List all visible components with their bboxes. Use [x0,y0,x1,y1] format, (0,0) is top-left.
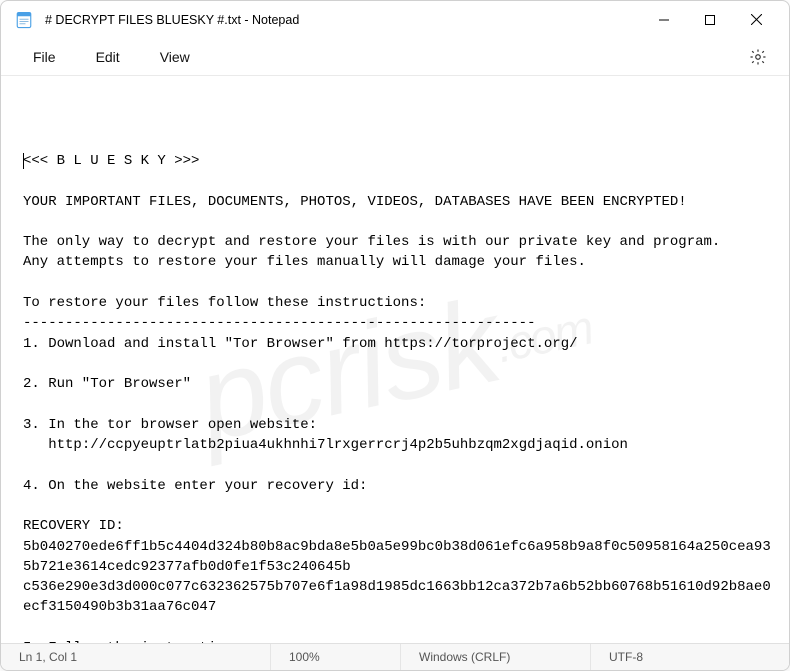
maximize-button[interactable] [687,4,733,36]
doc-recovery-label: RECOVERY ID: [23,518,124,534]
status-cursor-position: Ln 1, Col 1 [1,644,271,670]
close-button[interactable] [733,4,779,36]
menu-edit[interactable]: Edit [78,43,138,71]
notepad-window: # DECRYPT FILES BLUESKY #.txt - Notepad … [0,0,790,671]
status-line-ending: Windows (CRLF) [401,644,591,670]
minimize-button[interactable] [641,4,687,36]
doc-instr-header: To restore your files follow these instr… [23,295,426,311]
doc-step3a: 3. In the tor browser open website: [23,417,317,433]
window-title: # DECRYPT FILES BLUESKY #.txt - Notepad [45,13,641,27]
status-zoom[interactable]: 100% [271,644,401,670]
doc-recovery-id: 5b040270ede6ff1b5c4404d324b80b8ac9bda8e5… [23,539,771,575]
doc-step4: 4. On the website enter your recovery id… [23,478,367,494]
status-bar: Ln 1, Col 1 100% Windows (CRLF) UTF-8 [1,643,789,670]
settings-button[interactable] [741,40,775,74]
document-content: <<< B L U E S K Y >>> YOUR IMPORTANT FIL… [23,151,771,643]
doc-line3: Any attempts to restore your files manua… [23,254,586,270]
doc-step3b: http://ccpyeuptrlatb2piua4ukhnhi7lrxgerr… [23,437,628,453]
menu-view[interactable]: View [142,43,208,71]
title-bar[interactable]: # DECRYPT FILES BLUESKY #.txt - Notepad [1,1,789,38]
doc-divider: ----------------------------------------… [23,315,535,331]
doc-step5: 5. Follow the instructions [23,640,241,643]
menu-file[interactable]: File [15,43,74,71]
doc-line1: YOUR IMPORTANT FILES, DOCUMENTS, PHOTOS,… [23,194,687,210]
status-encoding: UTF-8 [591,644,789,670]
text-editor[interactable]: pcrisk.com <<< B L U E S K Y >>> YOUR IM… [1,76,789,643]
doc-step2: 2. Run "Tor Browser" [23,376,191,392]
doc-step1: 1. Download and install "Tor Browser" fr… [23,336,578,352]
window-controls [641,4,779,36]
doc-line2: The only way to decrypt and restore your… [23,234,720,250]
notepad-app-icon [15,11,33,29]
doc-recovery-id2: c536e290e3d3d000c077c632362575b707e6f1a9… [23,579,771,615]
doc-banner: <<< B L U E S K Y >>> [23,153,199,169]
menu-bar: File Edit View [1,38,789,76]
